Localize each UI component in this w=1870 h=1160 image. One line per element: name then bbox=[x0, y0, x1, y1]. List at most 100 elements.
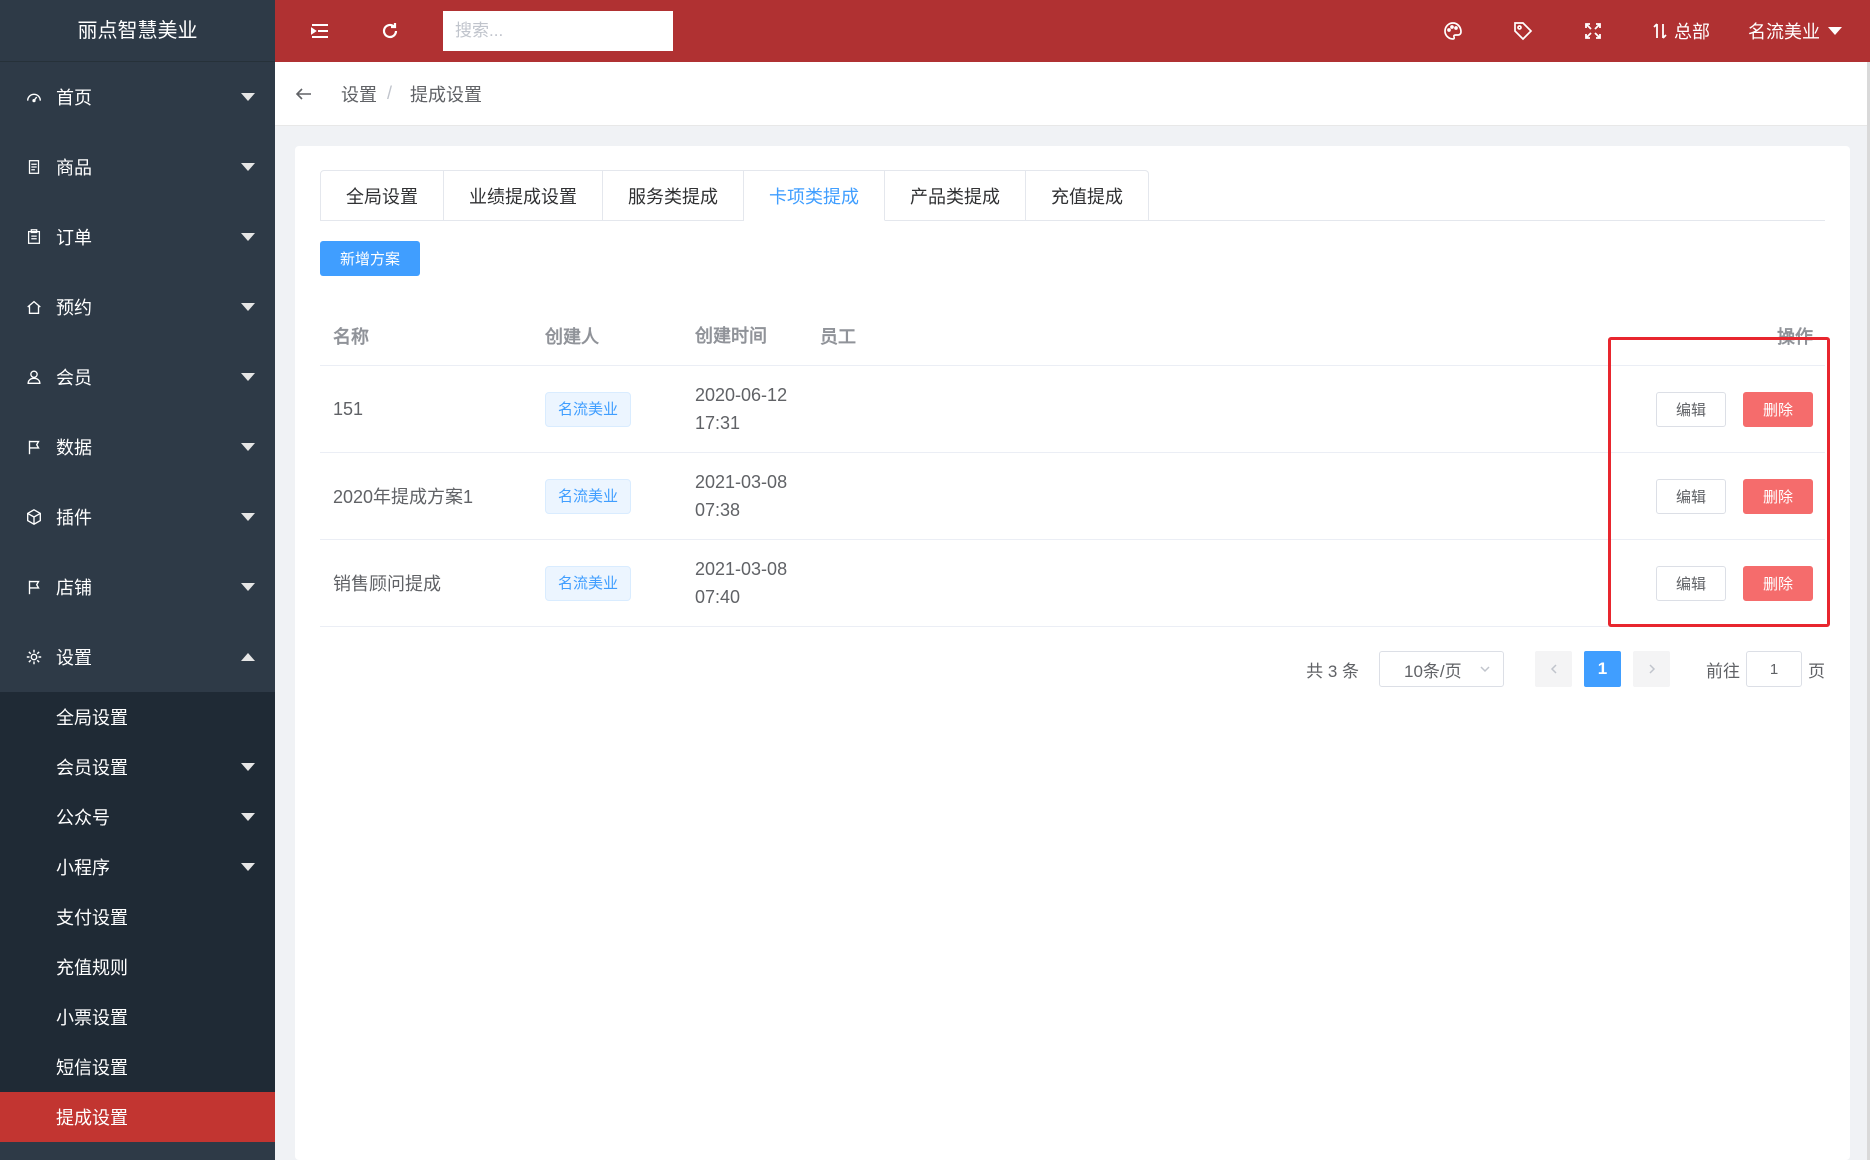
refresh-button[interactable] bbox=[355, 0, 425, 62]
sidebar-item-settings[interactable]: 设置 bbox=[0, 622, 275, 692]
sidebar-item-label: 店铺 bbox=[56, 578, 92, 598]
breadcrumb-parent[interactable]: 设置 bbox=[341, 81, 377, 107]
sidebar-subitem-label: 会员设置 bbox=[56, 758, 128, 778]
sidebar-subitem-label: 全局设置 bbox=[56, 708, 128, 728]
sidebar-item-home[interactable]: 首页 bbox=[0, 62, 275, 132]
sidebar-subitem-label: 短信设置 bbox=[56, 1058, 128, 1078]
chevron-left-icon bbox=[1550, 664, 1557, 674]
page-unit-label: 页 bbox=[1808, 661, 1825, 681]
goto-label: 前往 bbox=[1706, 661, 1740, 681]
edit-button[interactable]: 编辑 bbox=[1656, 565, 1726, 601]
page-size-select[interactable]: 10条/页 bbox=[1379, 651, 1504, 687]
sidebar-item-label: 数据 bbox=[56, 438, 92, 458]
user-name: 名流美业 bbox=[1748, 22, 1820, 42]
sidebar-subitem-sms[interactable]: 短信设置 bbox=[0, 1042, 275, 1092]
document-icon bbox=[24, 157, 44, 177]
delete-button[interactable]: 删除 bbox=[1743, 565, 1813, 601]
chevron-down-icon bbox=[241, 373, 255, 381]
flag-icon bbox=[24, 577, 44, 597]
fullscreen-icon bbox=[1585, 23, 1601, 39]
sidebar-subitem-receipt[interactable]: 小票设置 bbox=[0, 992, 275, 1042]
sidebar-item-label: 预约 bbox=[56, 298, 92, 318]
tab-product[interactable]: 产品类提成 bbox=[885, 170, 1026, 221]
sidebar-item-label: 订单 bbox=[56, 228, 92, 248]
tab-recharge[interactable]: 充值提成 bbox=[1026, 170, 1149, 221]
sidebar-subitem-global[interactable]: 全局设置 bbox=[0, 692, 275, 742]
back-button[interactable] bbox=[275, 62, 333, 126]
commission-table: 名称 创建人 创建时间 员工 操作 151 名流美业 2020-06-12 17… bbox=[320, 306, 1825, 627]
sidebar-item-label: 会员 bbox=[56, 368, 92, 388]
breadcrumb-current: 提成设置 bbox=[410, 84, 483, 105]
dashboard-icon bbox=[24, 87, 44, 107]
tab-card[interactable]: 卡项类提成 bbox=[744, 170, 885, 221]
edit-button[interactable]: 编辑 bbox=[1656, 391, 1726, 427]
edit-button[interactable]: 编辑 bbox=[1656, 478, 1726, 514]
row-time: 2021-03-08 07:40 bbox=[695, 555, 820, 611]
sidebar-item-booking[interactable]: 预约 bbox=[0, 272, 275, 342]
refresh-icon bbox=[382, 23, 398, 39]
fullscreen-button[interactable] bbox=[1558, 0, 1628, 62]
tab-bar: 全局设置 业绩提成设置 服务类提成 卡项类提成 产品类提成 充值提成 bbox=[320, 170, 1825, 221]
row-creator-cell: 名流美业 bbox=[545, 478, 695, 514]
chevron-down-icon bbox=[1828, 27, 1842, 35]
arrow-left-icon bbox=[295, 87, 311, 100]
header-time: 创建时间 bbox=[695, 325, 767, 346]
row-clock: 17:31 bbox=[695, 413, 741, 433]
headquarters-switch[interactable]: 总部 bbox=[1628, 18, 1732, 44]
chevron-down-icon bbox=[241, 863, 255, 871]
next-page-button[interactable] bbox=[1633, 651, 1670, 687]
prev-page-button[interactable] bbox=[1535, 651, 1572, 687]
sidebar-item-label: 商品 bbox=[56, 158, 92, 178]
row-clock: 07:38 bbox=[695, 500, 741, 520]
creator-tag: 名流美业 bbox=[545, 565, 632, 601]
sidebar-subitem-commission[interactable]: 提成设置 bbox=[0, 1092, 275, 1142]
delete-button[interactable]: 删除 bbox=[1743, 391, 1813, 427]
sidebar-item-goods[interactable]: 商品 bbox=[0, 132, 275, 202]
page-size-value: 10条/页 bbox=[1404, 661, 1462, 681]
theme-button[interactable] bbox=[1418, 0, 1488, 62]
tab-global[interactable]: 全局设置 bbox=[320, 170, 444, 221]
sidebar-item-members[interactable]: 会员 bbox=[0, 342, 275, 412]
sidebar-subitem-member-settings[interactable]: 会员设置 bbox=[0, 742, 275, 792]
sidebar-subitem-label: 充值规则 bbox=[56, 958, 128, 978]
top-bar: 总部 名流美业 bbox=[275, 0, 1870, 62]
sidebar-item-stores[interactable]: 店铺 bbox=[0, 552, 275, 622]
chevron-down-icon bbox=[241, 233, 255, 241]
header-name: 名称 bbox=[333, 326, 369, 347]
sidebar-item-label: 插件 bbox=[56, 508, 92, 528]
table-row: 销售顾问提成 名流美业 2021-03-08 07:40 编辑 删除 bbox=[320, 540, 1825, 627]
add-plan-button[interactable]: 新增方案 bbox=[320, 241, 420, 276]
search-input[interactable] bbox=[443, 11, 673, 51]
tab-performance[interactable]: 业绩提成设置 bbox=[444, 170, 603, 221]
sidebar-subitem-official-account[interactable]: 公众号 bbox=[0, 792, 275, 842]
sidebar-subitem-recharge-rules[interactable]: 充值规则 bbox=[0, 942, 275, 992]
pagination-total: 共 3 条 bbox=[1306, 661, 1359, 681]
flag-icon bbox=[24, 437, 44, 457]
sidebar-item-orders[interactable]: 订单 bbox=[0, 202, 275, 272]
row-ops: 编辑 删除 bbox=[1625, 478, 1825, 514]
delete-button[interactable]: 删除 bbox=[1743, 478, 1813, 514]
sidebar-item-plugins[interactable]: 插件 bbox=[0, 482, 275, 552]
row-time: 2020-06-12 17:31 bbox=[695, 381, 820, 437]
tab-service[interactable]: 服务类提成 bbox=[603, 170, 744, 221]
sidebar-item-label: 设置 bbox=[56, 648, 92, 668]
header-ops: 操作 bbox=[1777, 326, 1813, 347]
sidebar-subitem-payment[interactable]: 支付设置 bbox=[0, 892, 275, 942]
tag-button[interactable] bbox=[1488, 0, 1558, 62]
chevron-down-icon bbox=[241, 513, 255, 521]
creator-tag: 名流美业 bbox=[545, 391, 632, 427]
main-card: 全局设置 业绩提成设置 服务类提成 卡项类提成 产品类提成 充值提成 新增方案 … bbox=[295, 146, 1850, 1160]
user-dropdown[interactable]: 名流美业 bbox=[1732, 18, 1870, 44]
row-time: 2021-03-08 07:38 bbox=[695, 468, 820, 524]
menu-toggle-button[interactable] bbox=[285, 0, 355, 62]
headquarters-label: 总部 bbox=[1674, 22, 1710, 42]
sidebar-subitem-mini-program[interactable]: 小程序 bbox=[0, 842, 275, 892]
clipboard-icon bbox=[24, 227, 44, 247]
page-number[interactable]: 1 bbox=[1584, 651, 1621, 687]
chevron-up-icon bbox=[241, 653, 255, 661]
goto-page-input[interactable] bbox=[1746, 651, 1802, 687]
sidebar-subitem-label: 提成设置 bbox=[56, 1108, 128, 1128]
row-ops: 编辑 删除 bbox=[1625, 391, 1825, 427]
breadcrumb-separator: / bbox=[387, 83, 393, 103]
sidebar-item-data[interactable]: 数据 bbox=[0, 412, 275, 482]
